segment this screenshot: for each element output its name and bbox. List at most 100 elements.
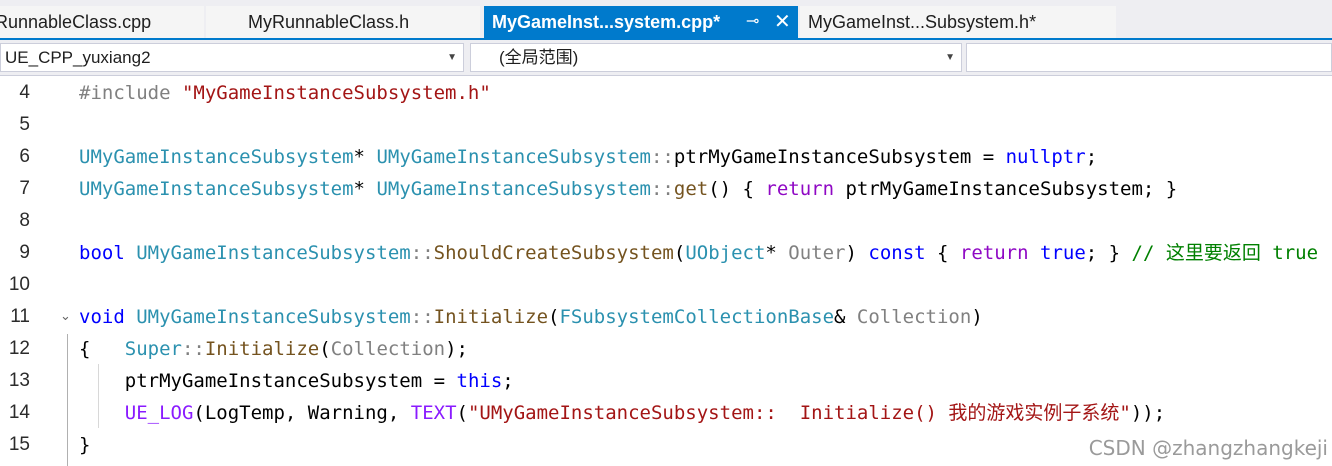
code-token: // 这里要返回 true <box>1131 242 1319 264</box>
line-number: 14 <box>8 402 30 423</box>
project-dropdown-value: UE_CPP_yuxiang2 <box>5 48 151 67</box>
code-token: void <box>79 306 137 328</box>
code-token: ( <box>456 402 468 424</box>
code-line[interactable]: 8 <box>0 205 1332 237</box>
code-token: UMyGameInstanceSubsystem <box>79 146 354 168</box>
code-token: UObject <box>685 242 766 264</box>
code-token: bool <box>79 242 137 264</box>
line-number: 15 <box>8 434 30 455</box>
code-token: ptrMyGameInstanceSubsystem = <box>673 146 1006 168</box>
project-dropdown[interactable]: UE_CPP_yuxiang2 ▼ <box>0 43 464 72</box>
code-token: "MyGameInstanceSubsystem.h" <box>181 82 491 104</box>
line-number: 10 <box>8 274 30 295</box>
code-text: #include "MyGameInstanceSubsystem.h" <box>79 77 491 109</box>
code-token: get <box>673 178 709 200</box>
pin-icon[interactable]: ⊸ <box>746 6 759 38</box>
line-number: 8 <box>19 210 30 231</box>
code-token: return <box>959 242 1029 264</box>
code-token: )); <box>1130 402 1166 424</box>
code-text: } <box>79 429 90 461</box>
code-token: ptrMyGameInstanceSubsystem; } <box>834 178 1178 200</box>
code-line[interactable]: 14 UE_LOG(LogTemp, Warning, TEXT("UMyGam… <box>0 397 1332 429</box>
code-token: ( <box>673 242 686 264</box>
code-token: #include <box>79 82 182 104</box>
code-token: Initialize <box>433 306 549 328</box>
code-token: } <box>79 434 91 456</box>
code-token: Collection <box>856 306 972 328</box>
code-line[interactable]: 7 UMyGameInstanceSubsystem* UMyGameInstan… <box>0 173 1332 205</box>
navigation-bar: UE_CPP_yuxiang2 ▼ (全局范围) ▼ <box>0 40 1332 76</box>
code-token: ptrMyGameInstanceSubsystem = <box>79 370 457 392</box>
tab-myrunnableclass-h[interactable]: MyRunnableClass.h <box>206 6 480 38</box>
code-text: UMyGameInstanceSubsystem* UMyGameInstanc… <box>79 173 1177 205</box>
line-number: 6 <box>19 146 30 167</box>
code-text: bool UMyGameInstanceSubsystem::ShouldCre… <box>79 237 1318 269</box>
code-token: const <box>868 242 926 264</box>
scope-dropdown[interactable]: (全局范围) ▼ <box>470 43 962 72</box>
line-number: 13 <box>8 370 30 391</box>
tab-myrunnableclass-cpp[interactable]: yRunnableClass.cpp <box>0 6 204 38</box>
code-token: Super <box>124 338 182 360</box>
code-token: this <box>456 370 503 392</box>
code-line[interactable]: 9 bool UMyGameInstanceSubsystem::ShouldCr… <box>0 237 1332 269</box>
scope-dropdown-value: (全局范围) <box>499 48 579 67</box>
code-line[interactable]: 11 ⌄ void UMyGameInstanceSubsystem::Initia… <box>0 301 1332 333</box>
line-number: 4 <box>19 82 30 103</box>
line-number: 5 <box>19 114 30 135</box>
tab-label: MyGameInst...Subsystem.h* <box>808 12 1037 32</box>
code-token: * <box>765 242 789 264</box>
line-number: 9 <box>19 242 30 263</box>
document-tab-strip: yRunnableClass.cpp MyRunnableClass.h MyG… <box>0 0 1332 40</box>
code-token: () { <box>708 178 766 200</box>
code-line[interactable]: 12 { Super::Initialize(Collection); <box>0 333 1332 365</box>
code-line[interactable]: 10 <box>0 269 1332 301</box>
code-token: ; } <box>1085 242 1132 264</box>
code-token: ( <box>548 306 560 328</box>
code-token: { <box>79 338 125 360</box>
code-token: return <box>765 178 835 200</box>
code-text: UMyGameInstanceSubsystem* UMyGameInstanc… <box>79 141 1097 173</box>
code-line[interactable]: 13 ptrMyGameInstanceSubsystem = this; <box>0 365 1332 397</box>
code-token: UMyGameInstanceSubsystem <box>376 146 651 168</box>
code-token: ShouldCreateSubsystem <box>433 242 674 264</box>
code-token: UMyGameInstanceSubsystem <box>136 242 411 264</box>
code-line[interactable]: 4 #include "MyGameInstanceSubsystem.h" <box>0 77 1332 109</box>
code-text: void UMyGameInstanceSubsystem::Initializ… <box>79 301 983 333</box>
code-line[interactable]: 6 UMyGameInstanceSubsystem* UMyGameInstan… <box>0 141 1332 173</box>
code-token: * <box>353 146 377 168</box>
watermark: CSDN @zhangzhangkeji <box>1088 436 1328 460</box>
fold-toggle-icon[interactable]: ⌄ <box>60 301 71 333</box>
line-number: 11 <box>10 306 30 327</box>
close-icon[interactable]: ✕ <box>774 6 791 38</box>
code-token: "UMyGameInstanceSubsystem:: Initialize()… <box>467 402 1131 424</box>
code-token: ; <box>1085 146 1098 168</box>
code-line[interactable]: 5 <box>0 109 1332 141</box>
code-token: ) <box>845 242 869 264</box>
code-token: { <box>925 242 960 264</box>
code-token: FSubsystemCollectionBase <box>559 306 835 328</box>
tab-label: MyGameInst...system.cpp* <box>492 12 721 32</box>
code-token: true <box>1040 242 1086 264</box>
tab-mygameinstancesubsystem-h[interactable]: MyGameInst...Subsystem.h* <box>800 6 1116 38</box>
chevron-down-icon: ▼ <box>945 52 955 63</box>
member-dropdown[interactable] <box>966 43 1332 72</box>
code-token: ( <box>319 338 331 360</box>
tab-label: MyRunnableClass.h <box>248 12 410 32</box>
code-token: (LogTemp, Warning, <box>193 402 411 424</box>
code-token: TEXT <box>410 402 457 424</box>
tab-mygameinstancesubsystem-cpp-active[interactable]: MyGameInst...system.cpp* ⊸ ✕ <box>484 6 798 38</box>
tab-label: yRunnableClass.cpp <box>0 12 152 32</box>
code-text: ptrMyGameInstanceSubsystem = this; <box>79 365 514 397</box>
code-token: * <box>353 178 377 200</box>
code-token: UMyGameInstanceSubsystem <box>79 178 354 200</box>
code-token: :: <box>650 178 674 200</box>
code-token: UE_LOG <box>124 402 194 424</box>
code-token: UMyGameInstanceSubsystem <box>376 178 651 200</box>
code-token: Collection <box>330 338 446 360</box>
code-token: Initialize <box>204 338 320 360</box>
code-editor[interactable]: 4 #include "MyGameInstanceSubsystem.h" 5 6 U… <box>0 76 1332 466</box>
code-text: { Super::Initialize(Collection); <box>79 333 468 365</box>
code-token: ); <box>445 338 468 360</box>
